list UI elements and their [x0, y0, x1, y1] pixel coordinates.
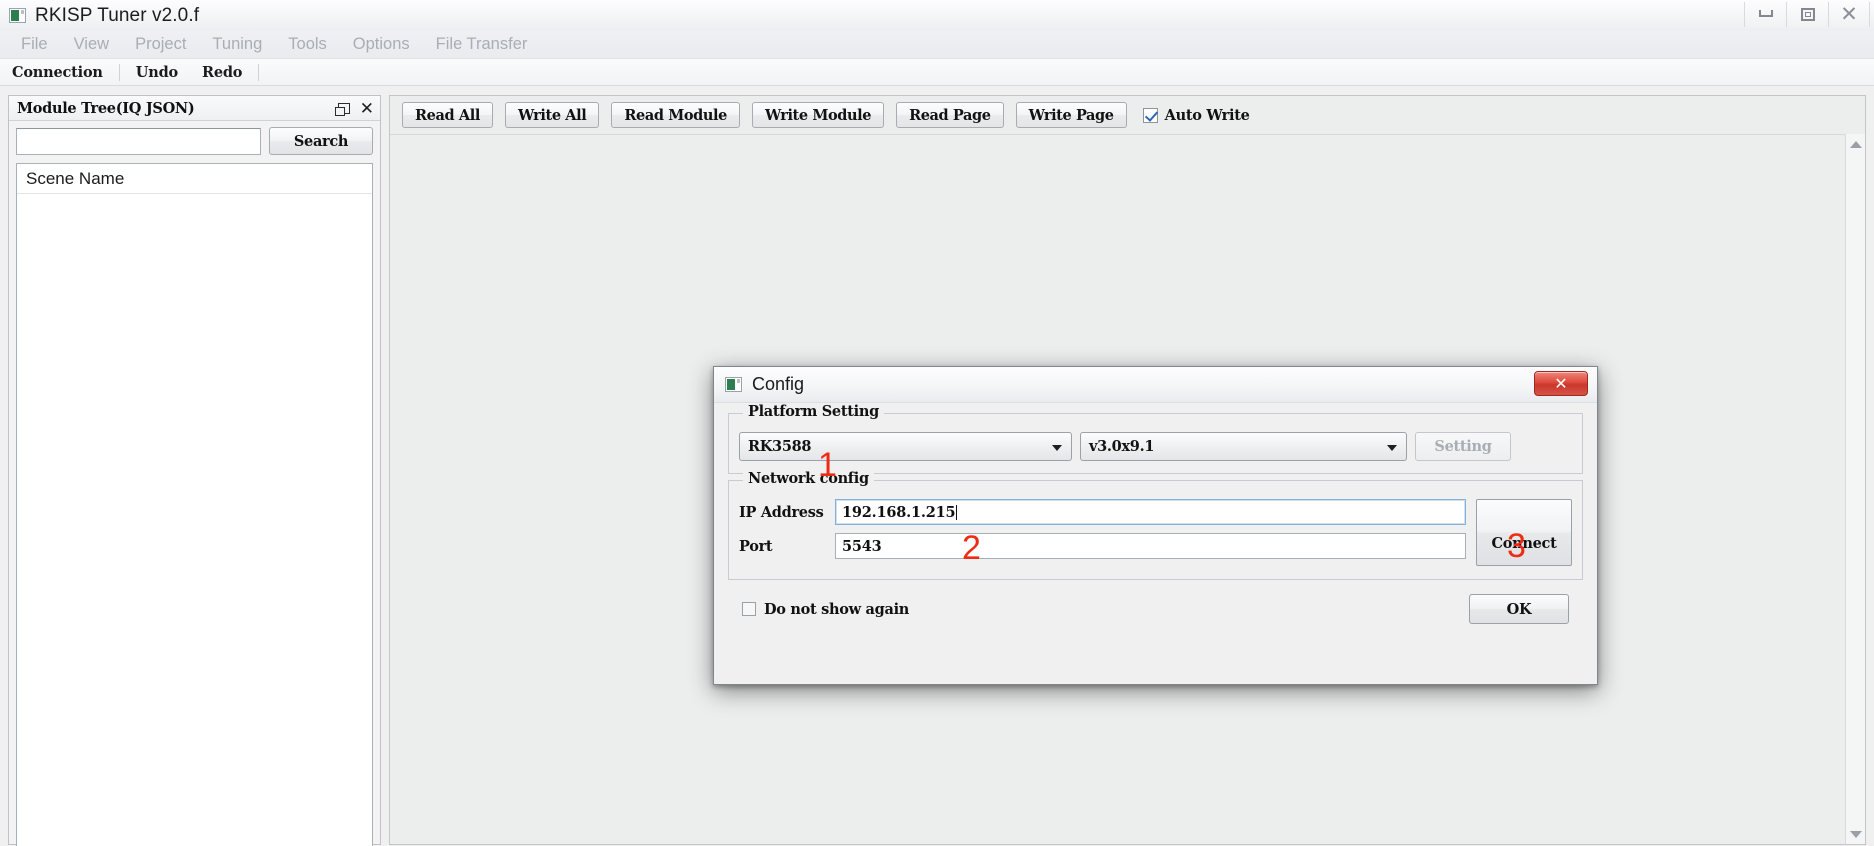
module-tree-header-actions: ✕ — [334, 100, 374, 117]
version-select[interactable]: v3.0x9.1 — [1080, 432, 1407, 461]
secondary-toolbar: Connection Undo Redo — [0, 59, 1874, 86]
setting-button[interactable]: Setting — [1415, 432, 1511, 461]
menu-item-file[interactable]: File — [8, 32, 61, 57]
config-dialog-body: Platform Setting RK3588 v3.0x9.1 Setting — [714, 403, 1597, 624]
module-tree-body: Search Scene Name — [9, 121, 380, 846]
menu-item-project[interactable]: Project — [122, 32, 199, 57]
platform-setting-group-title: Platform Setting — [743, 403, 884, 420]
ip-address-value: 192.168.1.215 — [842, 503, 956, 521]
write-all-button[interactable]: Write All — [504, 102, 600, 128]
maximize-icon — [1800, 7, 1815, 21]
scroll-down-button[interactable] — [1846, 824, 1866, 844]
annotation-1: 1 — [818, 446, 837, 484]
window-controls: ✕ — [1744, 0, 1870, 28]
module-tree-header: Module Tree(IQ JSON) ✕ — [9, 96, 380, 121]
menu-item-tools[interactable]: Tools — [275, 32, 340, 57]
window-titlebar: RKISP Tuner v2.0.f ✕ — [0, 0, 1874, 31]
network-config-group-content: IP Address 192.168.1.215 Port 5543 Conne… — [729, 481, 1582, 579]
search-row: Search — [16, 127, 373, 155]
app-icon — [9, 8, 26, 23]
scroll-up-button[interactable] — [1846, 134, 1866, 154]
read-page-button[interactable]: Read Page — [896, 102, 1004, 128]
minimize-button[interactable] — [1744, 1, 1786, 27]
config-dialog-footer: Do not show again OK — [728, 586, 1583, 624]
port-value: 5543 — [842, 537, 882, 555]
toolbar-item-redo[interactable]: Redo — [190, 62, 254, 83]
platform-setting-group: Platform Setting RK3588 v3.0x9.1 Setting — [728, 403, 1583, 474]
port-input[interactable]: 5543 — [835, 533, 1466, 559]
platform-row: RK3588 v3.0x9.1 Setting — [739, 432, 1572, 461]
module-tree-title: Module Tree(IQ JSON) — [17, 99, 195, 117]
write-module-button[interactable]: Write Module — [751, 102, 885, 128]
toolbar-item-connection[interactable]: Connection — [0, 62, 115, 83]
main-toolbar: Read All Write All Read Module Write Mod… — [390, 96, 1865, 134]
annotation-2: 2 — [962, 529, 981, 567]
platform-select-value: RK3588 — [748, 438, 812, 455]
chevron-down-icon — [1052, 444, 1062, 451]
float-icon[interactable] — [334, 102, 350, 116]
platform-setting-group-content: RK3588 v3.0x9.1 Setting — [729, 414, 1582, 473]
module-tree-panel: Module Tree(IQ JSON) ✕ Search Scene Name — [8, 95, 381, 846]
ok-button[interactable]: OK — [1469, 594, 1569, 624]
config-icon — [725, 377, 742, 392]
platform-select[interactable]: RK3588 — [739, 432, 1072, 461]
annotation-3: 3 — [1507, 527, 1526, 565]
triangle-up-icon — [1850, 140, 1862, 148]
config-dialog-titlebar: Config ✕ — [714, 367, 1597, 403]
minimize-icon — [1758, 9, 1773, 17]
close-button[interactable]: ✕ — [1828, 1, 1870, 27]
scene-tree[interactable]: Scene Name — [16, 163, 373, 846]
menu-bar: File View Project Tuning Tools Options F… — [0, 31, 1874, 59]
read-all-button[interactable]: Read All — [402, 102, 493, 128]
close-icon: ✕ — [1554, 375, 1568, 393]
close-icon: ✕ — [1840, 2, 1858, 26]
config-dialog: Config ✕ Platform Setting RK3588 v3.0x9.… — [713, 366, 1598, 685]
auto-write-checkbox-group[interactable]: Auto Write — [1142, 106, 1250, 124]
ip-address-input[interactable]: 192.168.1.215 — [835, 499, 1466, 525]
auto-write-checkbox[interactable] — [1142, 107, 1158, 123]
text-caret — [956, 504, 958, 520]
port-row: Port 5543 — [739, 533, 1466, 559]
toolbar-separator — [258, 63, 260, 81]
read-module-button[interactable]: Read Module — [611, 102, 740, 128]
scene-tree-header: Scene Name — [17, 164, 372, 194]
network-grid: IP Address 192.168.1.215 Port 5543 Conne… — [739, 499, 1572, 567]
network-config-group: Network config IP Address 192.168.1.215 — [728, 470, 1583, 580]
config-dialog-title: Config — [752, 374, 805, 394]
menu-item-options[interactable]: Options — [340, 32, 423, 57]
ip-address-label: IP Address — [739, 503, 824, 521]
menu-item-view[interactable]: View — [61, 32, 122, 57]
auto-write-label: Auto Write — [1164, 106, 1250, 124]
menu-item-file-transfer[interactable]: File Transfer — [423, 32, 541, 57]
toolbar-item-undo[interactable]: Undo — [124, 62, 190, 83]
application-window: RKISP Tuner v2.0.f ✕ File View Project T… — [0, 0, 1874, 846]
version-select-value: v3.0x9.1 — [1089, 438, 1155, 455]
toolbar-separator — [118, 63, 120, 81]
maximize-button[interactable] — [1786, 1, 1828, 27]
port-label: Port — [739, 537, 773, 555]
do-not-show-again-checkbox[interactable] — [742, 602, 756, 616]
network-config-group-title: Network config — [743, 470, 874, 487]
write-page-button[interactable]: Write Page — [1015, 102, 1127, 128]
ip-address-row: IP Address 192.168.1.215 — [739, 499, 1466, 525]
triangle-down-icon — [1850, 830, 1862, 838]
menu-item-tuning[interactable]: Tuning — [199, 32, 275, 57]
window-title: RKISP Tuner v2.0.f — [35, 4, 200, 26]
config-dialog-close-button[interactable]: ✕ — [1534, 371, 1588, 396]
do-not-show-again-group[interactable]: Do not show again — [742, 601, 909, 618]
network-fields: IP Address 192.168.1.215 Port 5543 — [739, 499, 1466, 567]
chevron-down-icon — [1387, 444, 1397, 451]
close-icon[interactable]: ✕ — [360, 100, 374, 117]
do-not-show-again-label: Do not show again — [764, 600, 910, 618]
search-input[interactable] — [16, 127, 261, 155]
main-vertical-scrollbar[interactable] — [1845, 134, 1865, 844]
search-button[interactable]: Search — [269, 127, 373, 155]
column-header-scene-name: Scene Name — [26, 168, 125, 188]
